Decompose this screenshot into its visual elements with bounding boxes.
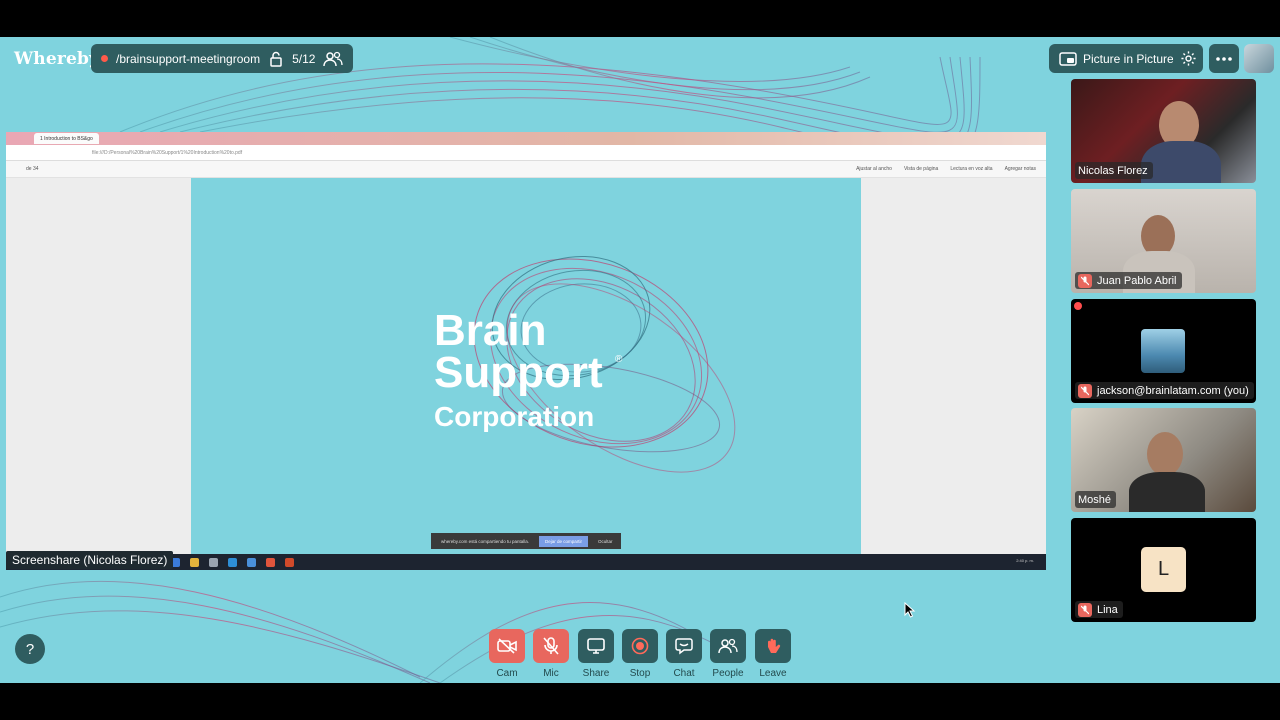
stop-label: Stop [629,668,651,679]
taskbar-app-icon [228,557,237,567]
toolbar-item: Agregar notas [1004,166,1036,172]
screenshare-label: Screenshare (Nicolas Florez) [6,551,174,569]
sharing-notice: whereby.com está compartiendo tu pantall… [431,533,621,549]
taskbar-clock: 2:40 p. m. [1016,558,1034,563]
toolbar-item: Ajustar al ancho [856,166,892,172]
mic-muted-icon [1078,602,1092,617]
participant-name: Nicolas Florez [1078,164,1148,177]
settings-button[interactable] [1173,44,1203,73]
browser-tab: 1 Introduction to BS&go [34,133,99,144]
browser-address-bar: file:///D:/Personal%20Brain%20Support/1%… [6,145,1046,161]
pdf-viewer: Brain Support Corporation ® [6,178,1046,554]
brand-logo-text: Brain Support Corporation [434,306,603,432]
people-icon [323,51,344,66]
people-button[interactable] [710,629,746,663]
meeting-stage: Whereby /brainsupport-meetingroom 5/12 P… [0,37,1280,683]
registered-mark: ® [615,354,623,365]
taskbar-app-icon [190,557,199,567]
mic-off-icon [543,637,559,655]
pip-label: Picture in Picture [1083,51,1174,66]
participant-video [1141,141,1221,183]
pdf-slide: Brain Support Corporation ® [191,178,861,554]
share-button[interactable] [578,629,614,663]
taskbar-app-icon [209,557,218,567]
taskbar-app-icon [285,557,294,567]
toolbar-item: Vista de página [903,166,939,172]
cam-label: Cam [496,668,518,679]
people-icon [718,638,738,654]
wave-hand-icon [768,638,781,653]
record-icon [631,637,649,655]
chat-button[interactable] [666,629,702,663]
participant-count: 5/12 [292,51,316,66]
participant-video [1129,472,1205,512]
chat-icon [675,638,693,655]
taskbar-app-icon [247,557,256,567]
share-label: Share [582,668,610,679]
brand-line-2: Support [434,347,603,397]
participant-name: jackson@brainlatam.com (you) [1097,384,1249,397]
help-button[interactable]: ? [15,634,45,664]
more-options-button[interactable] [1209,44,1239,73]
screenshare-view: 1 Introduction to BS&go file:///D:/Perso… [6,132,1046,570]
participant-name: Moshé [1078,493,1112,506]
participant-name-tag: Nicolas Florez [1075,162,1153,179]
participant-tile[interactable]: Nicolas Florez [1071,79,1256,183]
brand-line-3: Corporation [434,400,595,432]
participant-tile-self[interactable]: jackson@brainlatam.com (you) [1071,299,1256,403]
pdf-toolbar: de 34 Ajustar al ancho Vista de página L… [6,161,1046,178]
recording-indicator [1074,302,1082,310]
pip-icon [1059,51,1077,66]
leave-label: Leave [759,668,787,679]
participant-name: Juan Pablo Abril [1097,274,1177,287]
toolbar-item: Lectura en voz alta [950,166,993,172]
more-horizontal-icon [1216,56,1232,61]
mic-button[interactable] [533,629,569,663]
participant-tile[interactable]: L Lina [1071,518,1256,622]
mouse-cursor-icon [904,602,916,618]
cam-button[interactable] [489,629,525,663]
hide-notice-button[interactable]: Ocultar [598,539,613,544]
screen-share-icon [587,638,605,654]
mic-label: Mic [543,668,559,679]
people-label: People [712,668,744,679]
room-info-pill[interactable]: /brainsupport-meetingroom 5/12 [91,44,354,73]
whereby-logo: Whereby [14,49,100,69]
page-indicator: de 34 [26,166,39,172]
lock-open-icon [270,51,282,67]
sharing-notice-text: whereby.com está compartiendo tu pantall… [441,538,529,544]
leave-button[interactable] [755,629,791,663]
participant-video [1147,432,1183,476]
participant-name-tag: Lina [1075,601,1123,618]
mic-muted-icon [1078,273,1092,288]
participant-initial-avatar: L [1141,547,1186,592]
mic-muted-icon [1078,383,1092,398]
gear-icon [1180,51,1196,66]
picture-in-picture-button[interactable]: Picture in Picture [1049,44,1184,73]
browser-tab-strip: 1 Introduction to BS&go [6,132,1046,145]
stop-recording-button[interactable] [622,629,658,663]
brand-line-1: Brain [434,306,547,355]
participant-name-tag: Juan Pablo Abril [1075,272,1182,289]
self-avatar-image [1141,329,1185,373]
taskbar-app-icon [266,557,275,567]
self-avatar[interactable] [1244,44,1274,73]
participant-tile[interactable]: Juan Pablo Abril [1071,189,1256,293]
participant-tile[interactable]: Moshé [1071,408,1256,512]
participant-name: Lina [1097,603,1118,616]
stop-sharing-button[interactable]: Dejar de compartir [538,535,588,547]
participant-name-tag: jackson@brainlatam.com (you) [1075,382,1254,399]
chat-label: Chat [673,668,695,679]
room-name: /brainsupport-meetingroom [116,51,261,66]
camera-off-icon [497,638,517,654]
participant-name-tag: Moshé [1075,491,1117,508]
recording-dot [101,55,108,62]
